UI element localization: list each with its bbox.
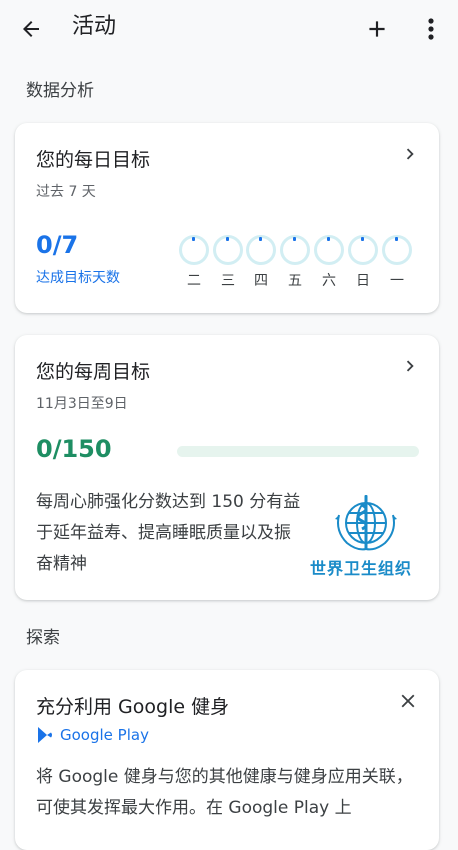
who-label: 世界卫生组织 [310, 559, 413, 578]
section-header-explore: 探索 [26, 628, 60, 648]
who-emblem-icon [335, 495, 397, 551]
day-ring-fri: 五 [280, 235, 310, 290]
app-bar: 活动 [0, 0, 458, 60]
explore-card[interactable]: 充分利用 Google 健身 Google Play 将 Google 健身与您… [15, 670, 439, 850]
section-header-analysis: 数据分析 [26, 81, 94, 101]
day-ring-thu: 四 [246, 235, 276, 290]
day-ring-wed: 三 [213, 235, 243, 290]
close-icon[interactable] [397, 690, 419, 712]
more-options-button[interactable] [416, 12, 446, 46]
page-title: 活动 [72, 14, 117, 39]
weekly-goal-card[interactable]: 您的每周目标 11月3日至9日 0/150 每周心肺强化分数达到 150 分有益… [15, 335, 439, 600]
back-button[interactable] [14, 12, 48, 46]
day-ring-sun: 日 [348, 235, 378, 290]
goal-ring [213, 235, 243, 265]
day-ring-mon: 一 [382, 235, 412, 290]
explore-card-title: 充分利用 Google 健身 [36, 696, 230, 718]
day-ring-sat: 六 [314, 235, 344, 290]
chevron-right-icon[interactable] [399, 143, 421, 165]
goal-ring [246, 235, 276, 265]
day-label: 一 [390, 273, 404, 289]
weekly-goal-period: 11月3日至9日 [36, 396, 128, 412]
goal-ring [382, 235, 412, 265]
daily-goal-title: 您的每日目标 [36, 149, 151, 171]
chevron-right-icon[interactable] [399, 355, 421, 377]
day-label: 六 [322, 273, 336, 289]
daily-goal-card[interactable]: 您的每日目标 过去 7 天 0/7 达成目标天数 二 三 四 五 六 日 一 [15, 123, 439, 313]
day-label: 日 [356, 273, 370, 289]
day-label: 五 [288, 273, 302, 289]
day-label: 四 [254, 273, 268, 289]
daily-goal-count: 0/7 [36, 231, 79, 259]
google-play-label: Google Play [60, 726, 149, 744]
daily-goal-count-label: 达成目标天数 [36, 270, 120, 286]
day-label: 三 [221, 273, 235, 289]
weekly-goal-count: 0/150 [36, 435, 112, 463]
weekly-progress-bar [177, 446, 419, 457]
goal-ring [314, 235, 344, 265]
arrow-back-icon [23, 21, 39, 37]
google-play-icon [38, 727, 52, 743]
weekly-goal-title: 您的每周目标 [36, 361, 151, 383]
goal-ring [348, 235, 378, 265]
google-play-link[interactable]: Google Play [36, 726, 149, 744]
goal-ring [280, 235, 310, 265]
plus-icon [369, 21, 385, 37]
day-label: 二 [187, 273, 201, 289]
more-vert-icon [428, 18, 434, 40]
explore-card-description: 将 Google 健身与您的其他健康与健身应用关联，可使其发挥最大作用。在 Go… [36, 767, 413, 818]
weekly-goal-description: 每周心肺强化分数达到 150 分有益于延年益寿、提高睡眠质量以及振奋精神 [36, 492, 301, 574]
day-ring-tue: 二 [179, 235, 209, 290]
daily-goal-period: 过去 7 天 [36, 184, 96, 200]
add-button[interactable] [360, 12, 394, 46]
goal-ring [179, 235, 209, 265]
